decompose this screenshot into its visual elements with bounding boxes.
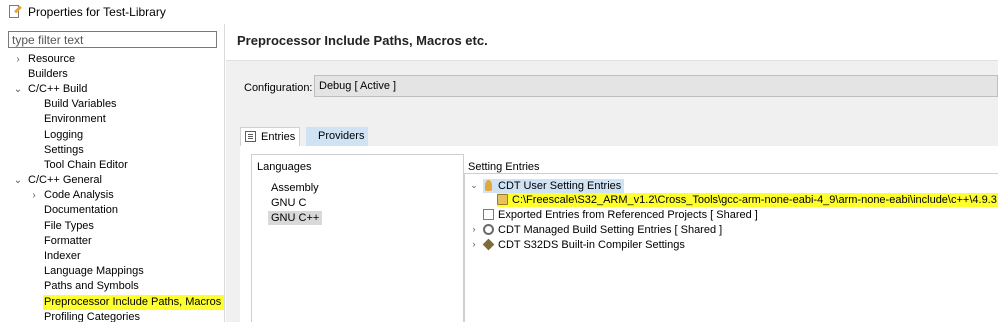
entry-cdt-user-setting[interactable]: CDT User Setting Entries: [483, 179, 625, 193]
entry-label: C:\Freescale\S32_ARM_v1.2\Cross_Tools\gc…: [512, 194, 997, 206]
tree-item-label: Build Variables: [44, 98, 117, 110]
tree-item-label: File Types: [44, 220, 94, 232]
chevron-right-icon[interactable]: ›: [469, 224, 479, 234]
languages-title: Languages: [257, 161, 312, 173]
property-page: Preprocessor Include Paths, Macros etc. …: [226, 24, 998, 322]
tab-label: Providers: [318, 130, 365, 142]
tab-providers[interactable]: Providers: [306, 127, 368, 146]
tree-item-label: Tool Chain Editor: [44, 159, 128, 171]
setting-entries-title: Setting Entries: [468, 161, 540, 173]
entry-cdt-managed-build[interactable]: CDT Managed Build Setting Entries [ Shar…: [483, 223, 722, 237]
folder-icon: [497, 194, 508, 205]
entry-cdt-s32ds-builtin[interactable]: CDT S32DS Built-in Compiler Settings: [482, 238, 685, 252]
entry-include-path[interactable]: C:\Freescale\S32_ARM_v1.2\Cross_Tools\gc…: [497, 193, 998, 207]
tree-item-label: Preprocessor Include Paths, Macros etc: [43, 295, 224, 310]
language-item-gnu-cpp[interactable]: GNU C++: [268, 211, 323, 225]
language-item-gnu-c[interactable]: GNU C: [271, 196, 306, 210]
window-title: Properties for Test-Library: [28, 5, 166, 19]
tab-label: Entries: [261, 131, 296, 143]
tree-item-label: Logging: [44, 129, 84, 141]
tree-item-label: Language Mappings: [44, 265, 144, 277]
entry-label: CDT User Setting Entries: [498, 180, 622, 192]
chevron-right-icon[interactable]: ›: [469, 239, 479, 249]
configuration-select[interactable]: Debug [ Active ]: [314, 75, 998, 97]
properties-icon: [8, 5, 22, 19]
tree-item-label: Profiling Categories: [44, 311, 140, 322]
tree-item-label: Code Analysis: [44, 189, 114, 201]
compiler-icon: [482, 238, 495, 251]
filter-input[interactable]: [8, 31, 217, 48]
user-icon: [485, 180, 492, 191]
tab-entries[interactable]: Entries: [240, 127, 300, 146]
entry-label: CDT S32DS Built-in Compiler Settings: [498, 239, 685, 251]
entry-exported-referenced[interactable]: Exported Entries from Referenced Project…: [483, 208, 758, 222]
chevron-right-icon[interactable]: ›: [12, 52, 24, 67]
tree-item-label: C/C++ Build: [28, 83, 88, 95]
navigation-pane: › Resource Builders ⌄ C/C++ Build Build Va…: [0, 24, 225, 322]
tree-item-label: Indexer: [44, 250, 81, 262]
tree-item-label: Formatter: [44, 235, 92, 247]
tree-item-label: Settings: [44, 144, 84, 156]
chevron-down-icon[interactable]: ⌄: [12, 173, 24, 188]
entry-label: Exported Entries from Referenced Project…: [498, 209, 758, 221]
tree-item-label: Environment: [44, 113, 106, 125]
page-title: Preprocessor Include Paths, Macros etc.: [237, 33, 488, 48]
entries-tab-content: Languages Assembly GNU C GNU C++ Setting…: [240, 146, 998, 322]
entry-label: CDT Managed Build Setting Entries [ Shar…: [498, 224, 723, 236]
chevron-down-icon[interactable]: ⌄: [469, 180, 479, 191]
chevron-right-icon[interactable]: ›: [28, 188, 40, 203]
tree-item-label: Builders: [28, 68, 68, 80]
page-icon: [483, 209, 494, 220]
tree-item-label: Documentation: [44, 204, 118, 216]
language-item-assembly[interactable]: Assembly: [271, 181, 319, 195]
setting-entries-tree: CDT User Setting Entries ⌄ C:\Freescale\…: [464, 173, 998, 322]
page-header: Preprocessor Include Paths, Macros etc.: [226, 24, 998, 61]
list-icon: [245, 131, 256, 142]
languages-list: Languages Assembly GNU C GNU C++: [251, 154, 464, 322]
chevron-down-icon[interactable]: ⌄: [12, 82, 24, 97]
tree-item-label: C/C++ General: [28, 174, 102, 186]
configuration-label: Configuration:: [244, 82, 313, 94]
tree-item-label: Paths and Symbols: [44, 280, 139, 292]
gear-icon: [483, 224, 494, 235]
tree-item-label: Resource: [28, 53, 76, 65]
title-bar: Properties for Test-Library: [0, 0, 998, 24]
